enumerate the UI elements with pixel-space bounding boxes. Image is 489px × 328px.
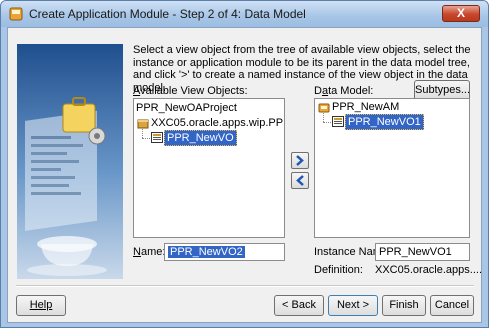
tree-node-app-module[interactable]: PPR_NewAM [332, 100, 399, 114]
tree-node-view-object-selected[interactable]: PPR_NewVO [164, 130, 237, 146]
dialog-window: Create Application Module - Step 2 of 4:… [0, 0, 489, 328]
footer-separator [16, 285, 474, 287]
tree-connector [323, 122, 331, 123]
wizard-graphic-icon [25, 97, 107, 276]
tree-connector [142, 129, 144, 138]
finish-button[interactable]: Finish [382, 295, 426, 316]
data-model-tree[interactable]: PPR_NewAM PPR_NewVO1 [314, 98, 470, 238]
chevron-left-icon [296, 175, 304, 186]
next-button[interactable]: Next > [328, 295, 378, 316]
cancel-button[interactable]: Cancel [430, 295, 474, 316]
tree-node-view-instance-selected[interactable]: PPR_NewVO1 [345, 114, 424, 130]
tree-node-project[interactable]: PPR_NewOAProject [136, 101, 237, 115]
app-module-icon [9, 7, 23, 21]
name-input[interactable]: PPR_NewVO2 [164, 243, 285, 261]
instance-name-input[interactable]: PPR_NewVO1 [375, 243, 470, 261]
wizard-illustration [17, 44, 123, 279]
tree-connector [323, 113, 325, 122]
name-label: Name: [133, 246, 166, 258]
view-object-icon [151, 132, 163, 143]
tree-node-package[interactable]: XXC05.oracle.apps.wip.PPR_New.s [151, 116, 284, 130]
available-view-objects-tree[interactable]: PPR_NewOAProject XXC05.oracle.apps.wip.P… [133, 98, 285, 238]
app-module-icon [318, 103, 330, 113]
tree-connector [142, 138, 150, 139]
close-button[interactable]: X [442, 5, 480, 22]
dialog-content: Select a view object from the tree of av… [7, 27, 482, 323]
view-object-icon [332, 116, 344, 127]
back-button[interactable]: < Back [274, 295, 324, 316]
definition-value: XXC05.oracle.apps.... [375, 264, 483, 276]
package-icon [137, 119, 149, 129]
available-view-objects-label: Available View Objects: [133, 85, 248, 97]
window-title: Create Application Module - Step 2 of 4:… [29, 7, 306, 21]
title-bar[interactable]: Create Application Module - Step 2 of 4:… [1, 1, 488, 27]
remove-from-model-button[interactable] [291, 172, 309, 189]
chevron-right-icon [296, 155, 304, 166]
data-model-label: Data Model: [314, 85, 374, 97]
add-to-model-button[interactable] [291, 152, 309, 169]
help-button[interactable]: Help [16, 295, 66, 316]
name-input-value: PPR_NewVO2 [168, 246, 245, 258]
definition-label: Definition: [314, 264, 363, 276]
